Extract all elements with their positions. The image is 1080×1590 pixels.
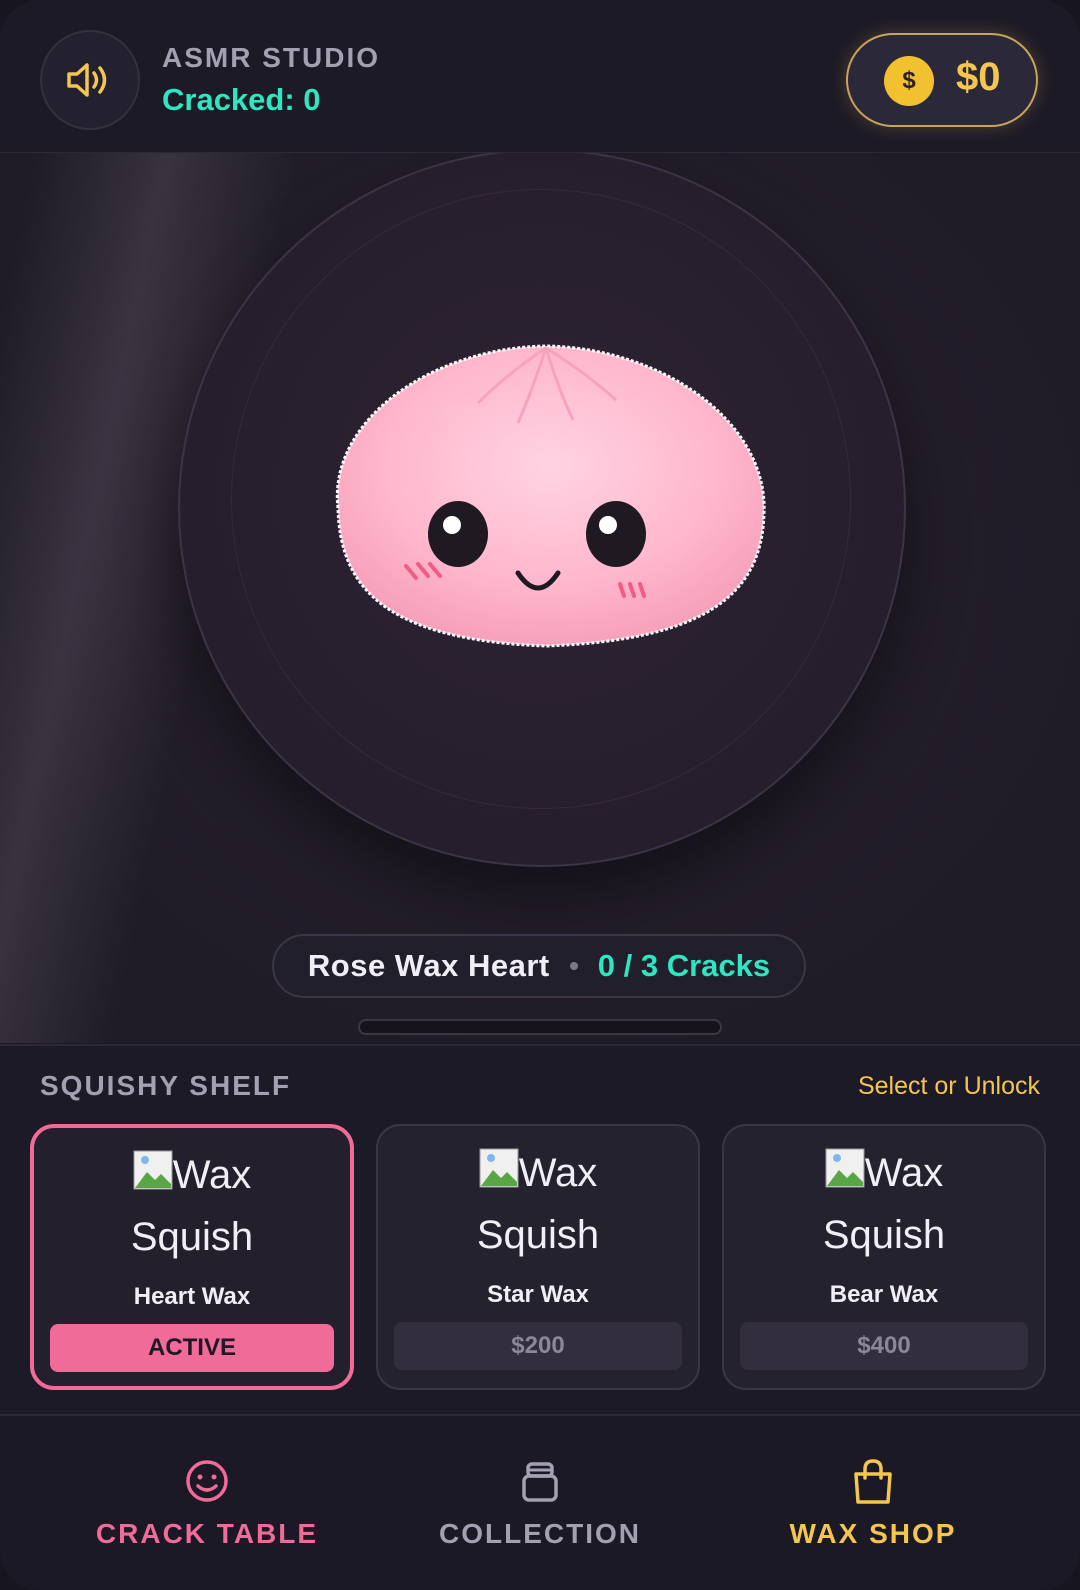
card-image-alt-line1: Wax (172, 1153, 252, 1197)
card-image-alt-line2: Squish (476, 1213, 600, 1257)
card-name: Bear Wax (829, 1281, 939, 1308)
nav-tab-wax-shop[interactable]: WAX SHOP (723, 1456, 1023, 1550)
squishy-name: Rose Wax Heart (307, 948, 550, 983)
card-image-alt-line1: Wax (518, 1151, 598, 1195)
card-image-alt-line2: Squish (822, 1213, 946, 1257)
studio-title: ASMR STUDIO (162, 42, 380, 73)
card-image-placeholder: Wax Squish (724, 1142, 1044, 1266)
card-image-placeholder: Wax Squish (34, 1144, 350, 1268)
wallet-balance-button[interactable]: $ $0 (846, 33, 1038, 127)
sound-toggle-button[interactable] (40, 30, 140, 130)
squishy-info-pill: Rose Wax Heart 0 / 3 Cracks (272, 934, 806, 998)
speaker-volume-icon (67, 63, 107, 97)
broken-image-icon (825, 1148, 865, 1188)
crack-progress-bar (358, 1019, 722, 1035)
smiley-icon (186, 1460, 228, 1502)
nav-tab-crack-table[interactable]: CRACK TABLE (57, 1456, 357, 1550)
broken-image-icon (479, 1148, 519, 1188)
shelf-title: SQUISHY SHELF (40, 1070, 292, 1101)
nav-label: WAX SHOP (789, 1518, 957, 1549)
card-name: Heart Wax (133, 1283, 251, 1310)
shelf-card-star-wax[interactable]: Wax Squish Star Wax $200 (376, 1124, 700, 1390)
shopping-bag-icon (854, 1459, 892, 1504)
wallet-balance: $0 (956, 55, 1001, 99)
squishy-bun-image[interactable] (318, 328, 774, 658)
shelf-hint: Select or Unlock (857, 1072, 1040, 1100)
shelf-card-heart-wax[interactable]: Wax Squish Heart Wax ACTIVE (30, 1124, 354, 1390)
active-badge-button[interactable]: ACTIVE (50, 1324, 334, 1372)
card-image-alt-line2: Squish (130, 1215, 254, 1259)
crack-progress-label: 0 / 3 Cracks (597, 948, 771, 983)
card-name: Star Wax (487, 1281, 589, 1308)
nav-tab-collection[interactable]: COLLECTION (390, 1456, 690, 1550)
nav-label: CRACK TABLE (95, 1518, 319, 1549)
card-image-alt-line1: Wax (864, 1151, 944, 1195)
shelf-card-bear-wax[interactable]: Wax Squish Bear Wax $400 (722, 1124, 1046, 1390)
squishy-shelf: SQUISHY SHELF Select or Unlock Wax Squis… (0, 1044, 1080, 1414)
coin-icon: $ (884, 56, 934, 106)
jar-icon (522, 1462, 558, 1502)
unlock-price-button[interactable]: $200 (394, 1322, 682, 1370)
crack-stage: Rose Wax Heart 0 / 3 Cracks (0, 153, 1080, 1043)
broken-image-icon (133, 1150, 173, 1190)
separator-dot (569, 962, 578, 970)
unlock-price-button[interactable]: $400 (740, 1322, 1028, 1370)
nav-label: COLLECTION (439, 1518, 641, 1549)
bottom-navigation: CRACK TABLE COLLECTION WAX SHOP (0, 1414, 1080, 1590)
card-image-placeholder: Wax Squish (378, 1142, 698, 1266)
cracked-counter: Cracked: 0 (162, 82, 321, 117)
top-bar: ASMR STUDIO Cracked: 0 $ $0 (0, 0, 1080, 153)
app-root: ASMR STUDIO Cracked: 0 $ $0 Rose Wax Hea… (0, 0, 1080, 1590)
